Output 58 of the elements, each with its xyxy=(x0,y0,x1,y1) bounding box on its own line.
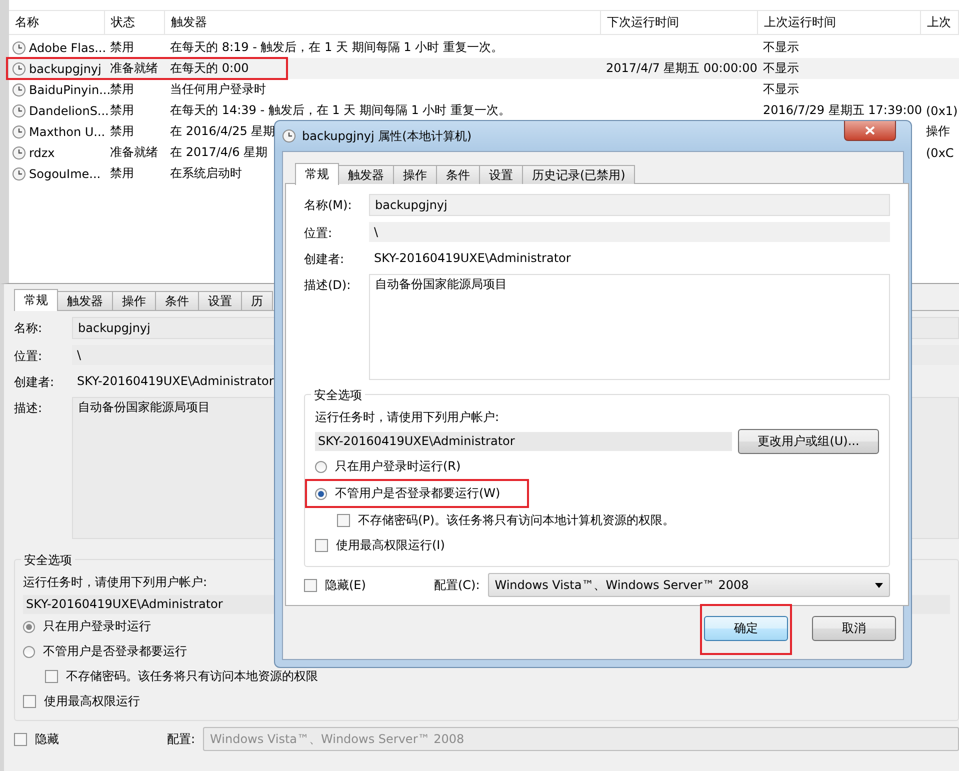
table-cell: rdzx xyxy=(29,146,55,160)
table-cell: 准备就绪 xyxy=(110,145,158,159)
table-cell: 不显示 xyxy=(763,82,799,96)
prompt-text: 运行任务时，请使用下列用户帐户: xyxy=(315,409,500,426)
window-title: backupgjnyj 属性(本地计算机) xyxy=(302,128,472,144)
field-label: 配置(C): xyxy=(434,576,480,594)
table-cell: 禁用 xyxy=(110,166,134,180)
option-label: 不存储密码。该任务将只有访问本地资源的权限 xyxy=(66,668,318,685)
option-label: 不管用户是否登录都要运行 xyxy=(43,643,187,660)
table-cell: 禁用 xyxy=(110,103,134,117)
table-cell: 2017/4/7 星期五 00:00:00 xyxy=(606,61,758,75)
option-label: 隐藏 xyxy=(35,730,59,748)
option-label: 不存储密码(P)。该任务将只有访问本地计算机资源的权限。 xyxy=(358,512,675,529)
table-cell: Adobe Flas... xyxy=(29,40,106,54)
prompt-text: 运行任务时，请使用下列用户帐户: xyxy=(23,574,208,591)
table-cell: 当任何用户登录时 xyxy=(170,82,266,96)
table-cell: 在 2017/4/6 星期 xyxy=(170,145,268,159)
table-cell: 禁用 xyxy=(110,40,134,54)
option-label: 只在用户登录时运行 xyxy=(43,618,151,635)
table-cell: (0x1) xyxy=(926,104,958,118)
location-field: \ xyxy=(369,222,890,242)
option-label: 不管用户是否登录都要运行(W) xyxy=(335,485,500,502)
table-cell: 2016/7/29 星期五 17:39:00 xyxy=(763,103,922,117)
field-label: 创建者: xyxy=(304,251,346,268)
table-cell: 在每天的 0:00 xyxy=(170,61,249,75)
option-label: 隐藏(E) xyxy=(325,576,366,594)
table-cell: 在 2016/4/25 星期 xyxy=(170,124,276,138)
table-cell: 在系统启动时 xyxy=(170,166,242,180)
option-label: 只在用户登录时运行(R) xyxy=(335,458,461,475)
field-label: 创建者: xyxy=(14,374,56,391)
option-label: 使用最高权限运行 xyxy=(44,693,140,710)
table-cell: 不显示 xyxy=(763,40,799,54)
table-cell: backupgjnyj xyxy=(29,62,102,76)
table-cell: 操作 xyxy=(926,124,950,138)
field-label: 名称(M): xyxy=(304,197,353,214)
field-label: 配置: xyxy=(167,730,196,748)
table-cell: 不显示 xyxy=(763,61,799,75)
creator-text: SKY-20160419UXE\Administrator xyxy=(373,250,572,267)
table-cell: DandelionS... xyxy=(29,104,109,118)
table-cell: 在每天的 14:39 - 触发后，在 1 天 期间每隔 1 小时 重复一次。 xyxy=(170,103,511,117)
account-field: SKY-20160419UXE\Administrator xyxy=(315,432,732,451)
table-cell: 在每天的 8:19 - 触发后，在 1 天 期间每隔 1 小时 重复一次。 xyxy=(170,40,503,54)
table-cell: SogouIme... xyxy=(29,166,101,180)
table-cell: Maxthon U... xyxy=(29,124,106,138)
field-label: 位置: xyxy=(14,348,44,365)
table-cell: BaiduPinyin... xyxy=(29,82,111,96)
field-label: 描述(D): xyxy=(304,277,352,294)
field-label: 位置: xyxy=(304,225,334,242)
table-cell: 准备就绪 xyxy=(110,61,158,75)
table-cell: 禁用 xyxy=(110,82,134,96)
field-label: 描述: xyxy=(14,400,44,417)
field-label: 名称: xyxy=(14,320,44,337)
creator-text: SKY-20160419UXE\Administrator xyxy=(76,373,275,390)
group-title: 安全选项 xyxy=(21,552,75,569)
option-label: 使用最高权限运行(I) xyxy=(336,537,445,554)
group-title: 安全选项 xyxy=(311,387,365,404)
table-cell: (0xC xyxy=(926,146,954,160)
table-cell: 禁用 xyxy=(110,124,134,138)
